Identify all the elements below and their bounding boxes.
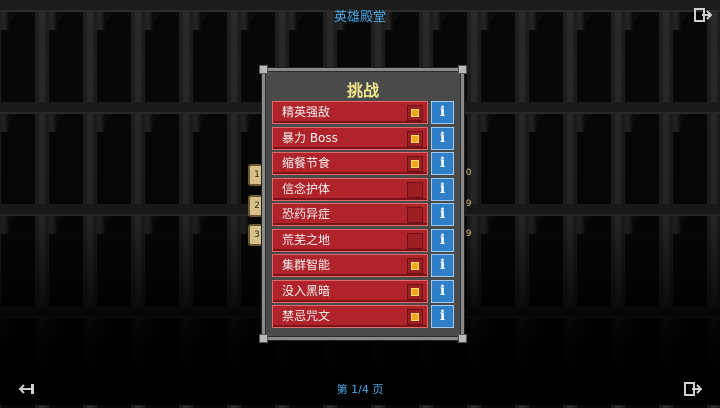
challenges-dialog: 挑战 精英强敌 i 暴力 Boss i 缩餐节食 i 信念护体 i 恐药异症 i… (259, 65, 467, 343)
page-indicator: 第 1/4 页 (336, 383, 384, 396)
challenge-label: 集群智能 (282, 258, 331, 272)
info-button[interactable]: i (431, 203, 454, 226)
next-page-icon[interactable] (684, 382, 703, 396)
info-button[interactable]: i (431, 177, 454, 201)
frame-corner (458, 65, 467, 74)
challenge-label: 信念护体 (282, 181, 331, 196)
info-button[interactable]: i (431, 228, 454, 252)
challenge-label: 禁忌咒文 (282, 309, 331, 323)
challenge-row: 集群智能 i (272, 254, 456, 277)
challenge-row: 缩餐节食 i (272, 152, 456, 175)
challenge-toggle-button[interactable]: 禁忌咒文 (272, 305, 428, 328)
checkbox[interactable] (407, 181, 423, 198)
checkbox[interactable] (407, 130, 423, 147)
frame-corner (458, 334, 467, 343)
challenge-toggle-button[interactable]: 恐药异症 (272, 203, 428, 226)
info-button[interactable]: i (431, 126, 454, 150)
info-button[interactable]: i (431, 254, 454, 277)
challenge-label: 恐药异症 (282, 207, 331, 221)
dialog-title: 挑战 (346, 81, 379, 100)
challenge-row: 荒芜之地 i (272, 228, 456, 252)
challenge-row: 信念护体 i (272, 177, 456, 201)
challenge-toggle-button[interactable]: 暴力 Boss (272, 126, 428, 150)
challenge-toggle-button[interactable]: 荒芜之地 (272, 228, 428, 252)
checkbox[interactable] (407, 105, 423, 121)
checkbox[interactable] (407, 207, 423, 223)
challenge-label: 暴力 Boss (282, 130, 338, 145)
challenge-toggle-button[interactable]: 信念护体 (272, 177, 428, 201)
challenge-label: 荒芜之地 (282, 232, 331, 247)
frame-corner (259, 334, 268, 343)
challenge-toggle-button[interactable]: 没入黑暗 (272, 279, 428, 303)
challenge-label: 没入黑暗 (282, 283, 331, 298)
challenge-toggle-button[interactable]: 精英强敌 (272, 101, 428, 124)
challenge-row: 精英强敌 i (272, 101, 456, 124)
exit-icon[interactable] (694, 8, 713, 22)
info-button[interactable]: i (431, 152, 454, 175)
checkbox[interactable] (407, 309, 423, 325)
info-button[interactable]: i (431, 305, 454, 328)
page-title: 英雄殿堂 (333, 10, 386, 25)
frame-corner (259, 65, 268, 74)
checkbox[interactable] (407, 232, 423, 249)
info-button[interactable]: i (431, 101, 454, 124)
challenge-label: 缩餐节食 (282, 156, 331, 170)
challenge-toggle-button[interactable]: 集群智能 (272, 254, 428, 277)
challenge-row: 禁忌咒文 i (272, 305, 456, 328)
info-button[interactable]: i (431, 279, 454, 303)
checkbox[interactable] (407, 283, 423, 300)
challenge-row: 恐药异症 i (272, 203, 456, 226)
checkbox[interactable] (407, 156, 423, 172)
challenge-label: 精英强敌 (282, 105, 331, 119)
challenge-toggle-button[interactable]: 缩餐节食 (272, 152, 428, 175)
challenge-row: 暴力 Boss i (272, 126, 456, 150)
challenge-row: 没入黑暗 i (272, 279, 456, 303)
checkbox[interactable] (407, 258, 423, 274)
